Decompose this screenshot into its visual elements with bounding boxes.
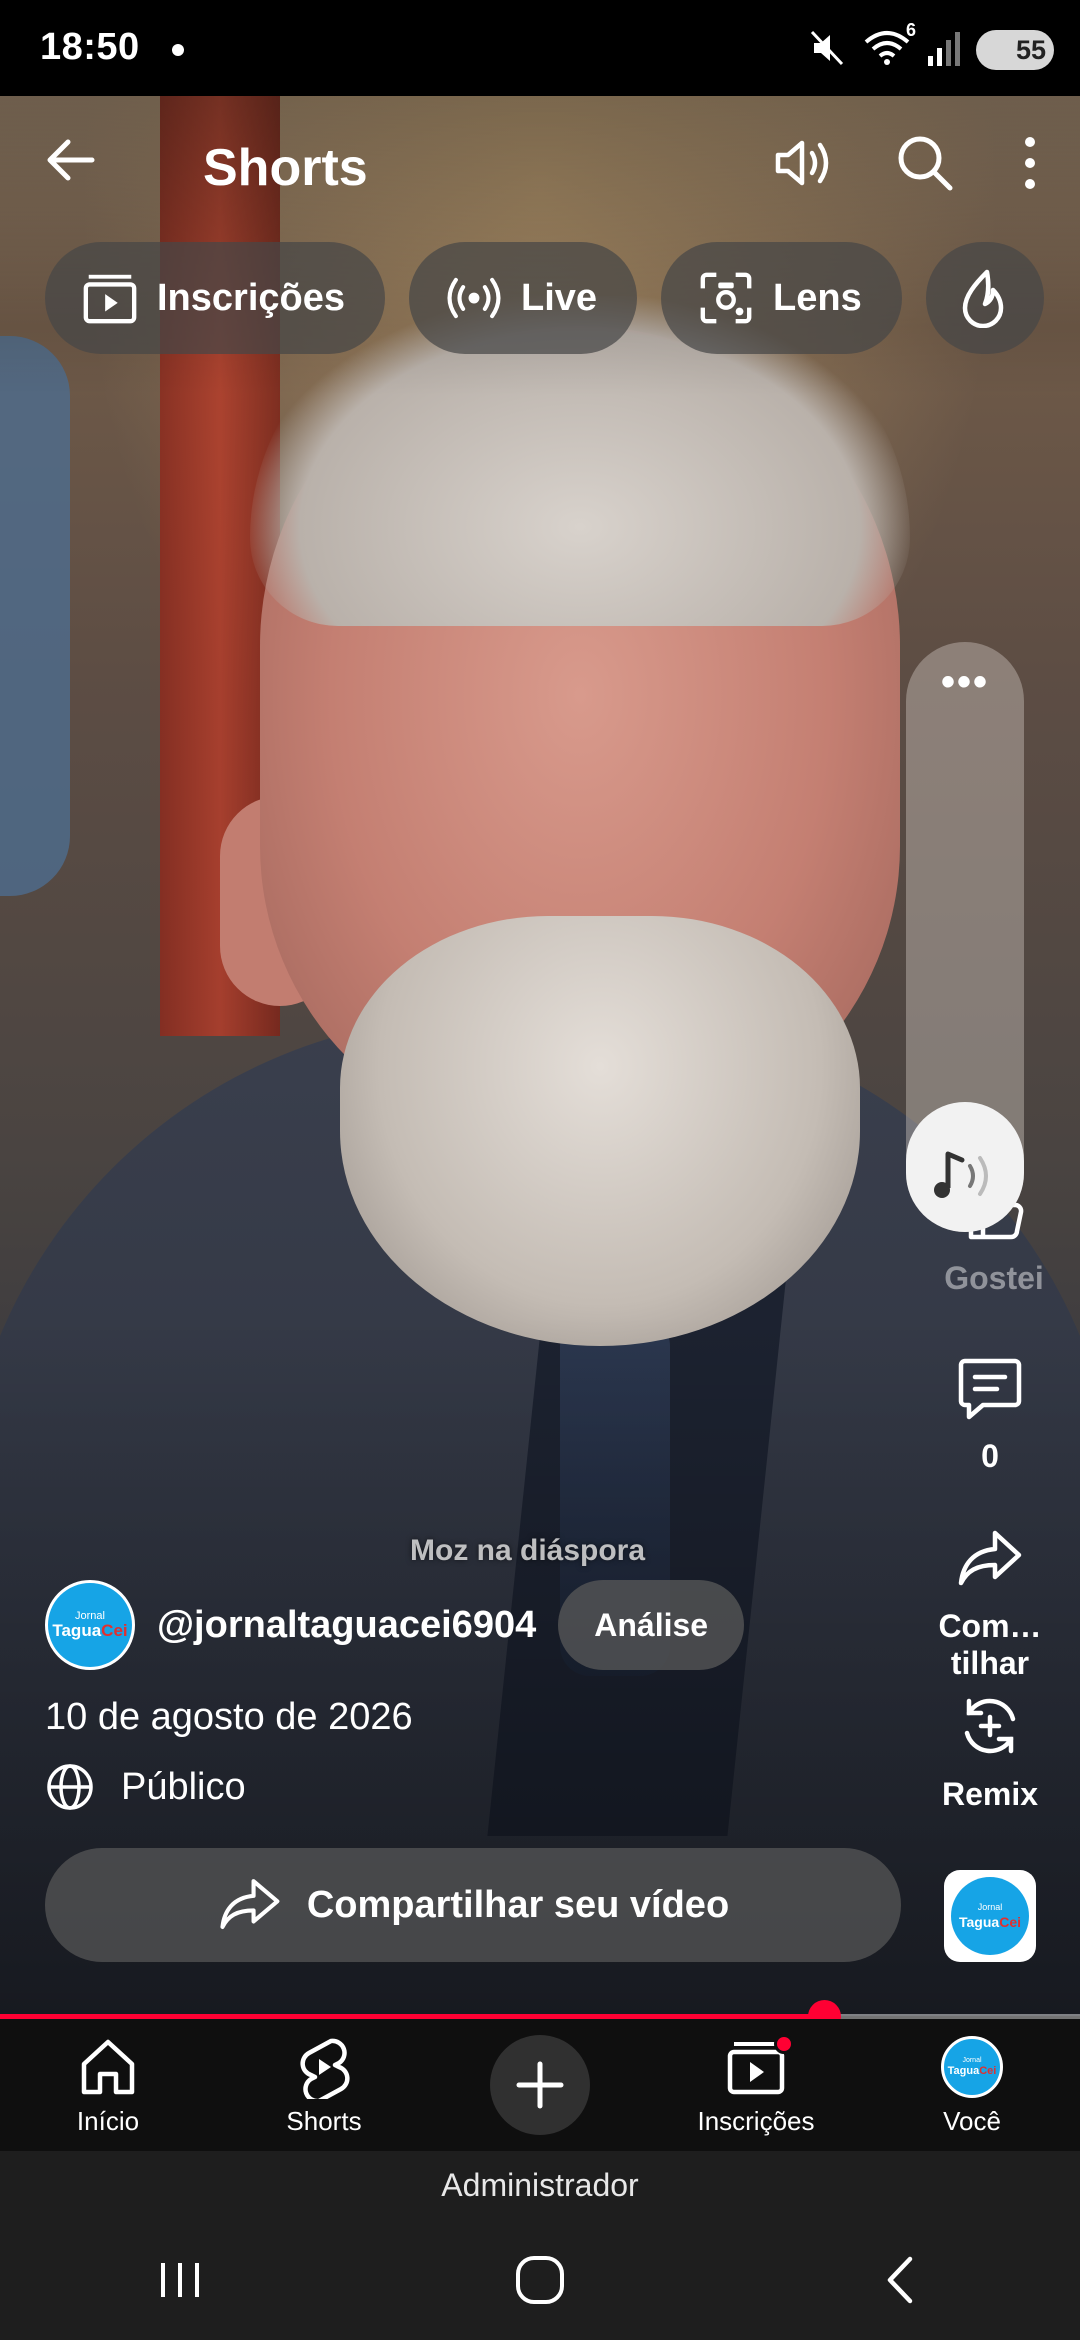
share-your-video-button[interactable]: Compartilhar seu vídeo	[45, 1848, 901, 1962]
admin-label: Administrador	[0, 2151, 1080, 2219]
nav-item-voce[interactable]: Jornal TaguaCei Você	[872, 2034, 1072, 2137]
visibility-label: Público	[121, 1765, 246, 1808]
nav-label: Você	[943, 2105, 1001, 2136]
nav-item-inscricoes[interactable]: Inscrições	[656, 2033, 856, 2137]
status-icons: 6 55	[808, 20, 1054, 73]
more-vert-icon	[1025, 137, 1035, 189]
chip-lens[interactable]: Lens	[661, 242, 902, 354]
share-icon	[220, 1879, 280, 1930]
nav-item-shorts[interactable]: Shorts	[224, 2034, 424, 2137]
profile-avatar-circle: Jornal TaguaCei	[941, 2035, 1003, 2098]
chip-label: Lens	[773, 276, 862, 319]
chip-label: Live	[521, 276, 598, 319]
avatar-text-main: TaguaCei	[52, 1622, 127, 1640]
channel-row: Jornal TaguaCei @jornaltaguacei6904 Anál…	[45, 1580, 745, 1670]
comments-button[interactable]: 0	[900, 1348, 1080, 1475]
sound-channel-thumbnail[interactable]: Jornal TaguaCei	[944, 1870, 1036, 1962]
avatar-text-cei: Cei	[999, 1914, 1021, 1930]
nav-label: Início	[76, 2105, 140, 2136]
channel-handle[interactable]: @jornaltaguacei6904	[157, 1604, 536, 1647]
notification-badge	[774, 2033, 794, 2054]
signal-icon	[926, 28, 962, 73]
notification-dot	[172, 44, 184, 56]
visibility-row: Público	[45, 1762, 246, 1812]
chip-live[interactable]: Live	[409, 242, 638, 354]
share-your-video-label: Compartilhar seu vídeo	[306, 1883, 730, 1926]
chip-trending[interactable]	[925, 242, 1044, 354]
profile-avatar: Jornal TaguaCei	[941, 2034, 1003, 2100]
back-icon	[887, 2256, 913, 2303]
trending-icon	[956, 269, 1014, 328]
nav-label: Shorts	[286, 2105, 362, 2136]
chip-label: Inscrições	[157, 276, 345, 319]
search-icon	[898, 136, 953, 191]
recents-button[interactable]	[120, 2240, 240, 2320]
bottom-navigation: Início Shorts Inscrições Jornal TaguaCei…	[0, 2019, 1080, 2151]
remix-label: Remix	[941, 1776, 1039, 1812]
avatar-text-main: TaguaCei	[959, 1913, 1021, 1931]
like-label: Gostei	[944, 1260, 1044, 1296]
publish-date: 10 de agosto de 2026	[45, 1696, 413, 1738]
status-bar: 18:50 6 55	[0, 0, 1080, 96]
shorts-icon	[295, 2034, 353, 2100]
home-icon	[76, 2034, 140, 2100]
comment-icon	[900, 1348, 1080, 1428]
avatar-text-tagua: Tagua	[947, 2064, 980, 2077]
wifi-badge: 6	[905, 19, 916, 40]
search-button[interactable]	[890, 128, 960, 198]
video-watermark: Moz na diáspora	[410, 1534, 646, 1567]
avatar-text-main: TaguaCei	[948, 2065, 997, 2077]
more-options-button[interactable]	[1010, 128, 1050, 198]
system-back-button[interactable]	[840, 2240, 960, 2320]
top-app-bar: Shorts	[0, 96, 1080, 236]
volume-button[interactable]	[770, 128, 840, 198]
nav-item-inicio[interactable]: Início	[8, 2034, 208, 2137]
lens-icon	[697, 269, 755, 327]
avatar-text-cei: Cei	[101, 1621, 128, 1640]
page-title: Shorts	[203, 139, 368, 197]
header-actions	[770, 128, 1050, 198]
avatar-text-tagua: Tagua	[52, 1621, 102, 1640]
chip-inscricoes[interactable]: Inscrições	[45, 242, 385, 354]
channel-avatar[interactable]: Jornal TaguaCei	[45, 1580, 135, 1670]
volume-more-options[interactable]: •••	[906, 662, 1024, 712]
remix-icon	[900, 1686, 1080, 1766]
share-label: Com…tilhar	[938, 1608, 1042, 1681]
nav-item-create[interactable]	[440, 2035, 640, 2135]
home-icon	[516, 2255, 564, 2304]
video-beard	[340, 916, 860, 1346]
back-button[interactable]	[40, 130, 120, 190]
filter-chips: Inscrições Live Lens	[45, 242, 1044, 354]
music-volume-icon	[924, 1142, 1004, 1212]
avatar-text-small: Jornal	[962, 2056, 982, 2064]
analysis-button[interactable]: Análise	[558, 1580, 745, 1670]
globe-icon	[47, 1764, 93, 1810]
comment-count: 0	[981, 1438, 999, 1474]
share-button[interactable]: Com…tilhar	[900, 1518, 1080, 1682]
avatar-text-small: Jornal	[977, 1902, 1003, 1912]
subscriptions-icon	[81, 269, 139, 327]
recents-icon	[161, 2262, 199, 2297]
add-icon	[490, 2035, 590, 2135]
video-blue-shape	[0, 336, 70, 896]
remix-button[interactable]: Remix	[900, 1686, 1080, 1813]
share-icon	[900, 1518, 1080, 1598]
volume-slider[interactable]: •••	[906, 642, 1024, 1232]
battery-icon: 55	[976, 30, 1054, 70]
channel-thumb-avatar: Jornal TaguaCei	[951, 1877, 1029, 1955]
mute-icon	[808, 28, 848, 73]
arrow-back-icon	[47, 139, 95, 181]
nav-label: Inscrições	[697, 2105, 815, 2136]
avatar-text-cei: Cei	[979, 2064, 997, 2077]
status-time: 18:50	[40, 26, 140, 68]
system-home-button[interactable]	[480, 2240, 600, 2320]
wifi-icon: 6	[862, 20, 916, 73]
system-navigation-bar	[0, 2219, 1080, 2340]
subscriptions-icon	[724, 2033, 794, 2100]
volume-icon	[775, 140, 829, 186]
avatar-text-tagua: Tagua	[959, 1914, 1000, 1930]
live-icon	[445, 269, 503, 327]
